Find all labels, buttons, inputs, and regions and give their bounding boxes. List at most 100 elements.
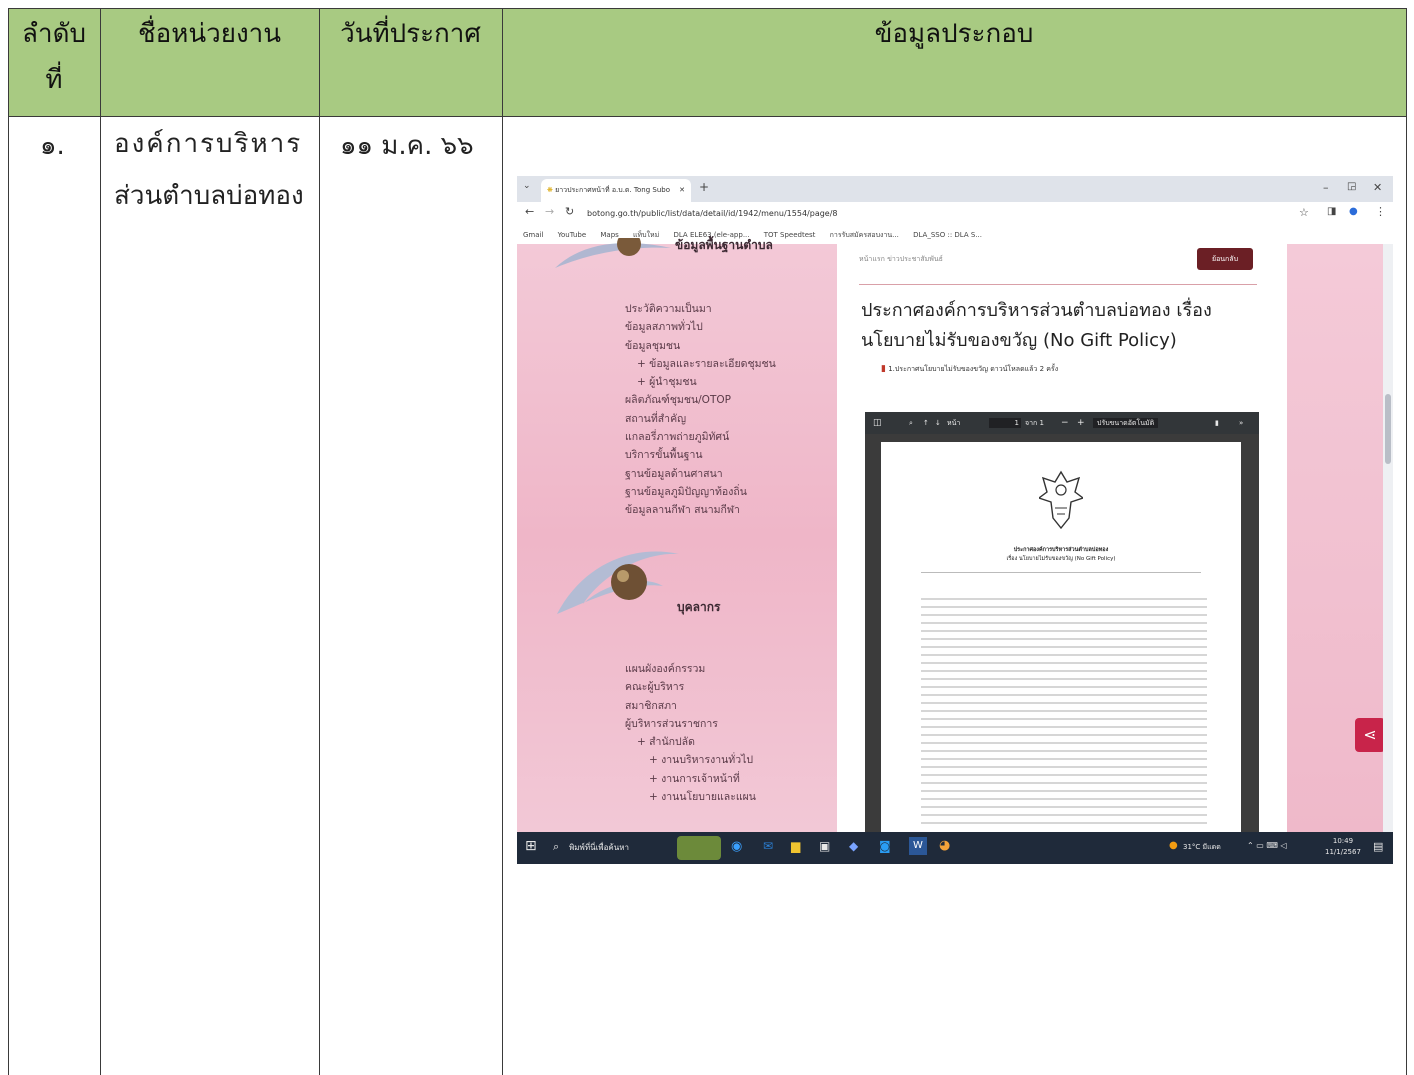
store-icon[interactable]: ▣ (819, 839, 830, 853)
app-icon-2[interactable]: ◙ (879, 839, 891, 853)
scrollbar-thumb[interactable] (1385, 394, 1391, 464)
breadcrumb[interactable]: หน้าแรก ข่าวประชาสัมพันธ์ (859, 254, 943, 265)
pdf-file-icon: ▮ (881, 364, 886, 374)
menu-personnel: แผนผังองค์กรรวม คณะผู้บริหาร สมาชิกสภา ผ… (625, 660, 756, 806)
wave-swoosh-icon (555, 238, 671, 268)
row-org-line2: ส่วนตำบลบ่อทอง (114, 181, 304, 211)
pdf-page-label: หน้า (947, 419, 961, 427)
pdf-page-of: จาก 1 (1025, 419, 1044, 427)
bookmark-exam[interactable]: การรับสมัครสอบงาน... (830, 231, 899, 239)
windows-start-icon[interactable]: ⊞ (525, 838, 537, 854)
address-bar: ← → ↻ botong.go.th/public/list/data/deta… (517, 202, 1393, 226)
mail-icon[interactable]: ✉ (763, 839, 773, 853)
menu-item[interactable]: คณะผู้บริหาร (625, 678, 756, 696)
profile-icon[interactable]: ● (1349, 206, 1358, 217)
forward-arrow-icon[interactable]: → (545, 205, 554, 218)
scrollbar[interactable] (1383, 244, 1393, 832)
notification-icon[interactable]: ▤ (1373, 840, 1383, 853)
taskbar-search-input[interactable]: พิมพ์ที่นี่เพื่อค้นหา (569, 841, 629, 854)
section-title-basic: ข้อมูลพื้นฐานตำบล (675, 238, 773, 252)
header-no: ลำดับ ที่ (8, 14, 100, 100)
window-close-icon[interactable]: ✕ (1373, 181, 1382, 194)
article-title-line2: นโยบายไม่รับของขวัญ (No Gift Policy) (861, 330, 1177, 351)
menu-item[interactable]: ข้อมูลลานกีฬา สนามกีฬา (625, 501, 776, 519)
table-border-right (1406, 8, 1407, 1075)
doc-rule (921, 572, 1201, 573)
menu-item[interactable]: สมาชิกสภา (625, 697, 756, 715)
menu-item[interactable]: ข้อมูลสภาพทั่วไป (625, 318, 776, 336)
tab-close-icon[interactable]: ✕ (679, 179, 685, 202)
header-no-line2: ที่ (45, 65, 63, 95)
share-icon[interactable]: ⋖ (1355, 718, 1385, 752)
menu-item[interactable]: ฐานข้อมูลด้านศาสนา (625, 465, 776, 483)
menu-item[interactable]: บริการขั้นพื้นฐาน (625, 446, 776, 464)
pdf-toolbar: ◫ ⌕ ↑ ↓ หน้า 1 จาก 1 − + ปรับขนาดอัตโนมั… (865, 412, 1259, 434)
clock[interactable]: 10:49 11/1/2567 (1325, 836, 1361, 858)
clock-time: 10:49 (1332, 837, 1354, 845)
menu-kebab-icon[interactable]: ⋮ (1375, 205, 1386, 218)
pdf-page-input[interactable]: 1 (989, 418, 1021, 428)
restore-icon[interactable]: ◲ (1347, 181, 1356, 192)
weather-text[interactable]: 31°C มีแดด (1183, 842, 1221, 853)
pdf-more-icon[interactable]: » (1239, 412, 1243, 434)
tab-search-icon[interactable]: ⌄ (523, 181, 531, 191)
attachment-link[interactable]: ▮ 1.ประกาศนโยบายไม่รับของขวัญ ดาวน์โหลดแ… (881, 364, 1058, 375)
menu-item[interactable]: ผลิตภัณฑ์ชุมชน/OTOP (625, 391, 776, 409)
zoom-out-icon[interactable]: − (1061, 412, 1069, 434)
menu-subitem[interactable]: + งานการเจ้าหน้าที่ (625, 770, 756, 788)
browser-screenshot: ⌄ ❋ ยาวประกาศหน้าที่ อ.บ.ต. Tong Subo ✕ … (517, 176, 1393, 864)
menu-item[interactable]: ฐานข้อมูลภูมิปัญญาท้องถิ่น (625, 483, 776, 501)
article-title: ประกาศองค์การบริหารส่วนตำบลบ่อทอง เรื่อง… (861, 296, 1281, 356)
site-favicon-icon: ❋ (547, 186, 553, 194)
browser-tab[interactable]: ❋ ยาวประกาศหน้าที่ อ.บ.ต. Tong Subo ✕ (541, 179, 691, 202)
pdf-bookmark-icon[interactable]: ▮ (1215, 412, 1219, 434)
tray-icons[interactable]: ⌃ ▭ ⌨ ◁ (1247, 841, 1287, 850)
word-icon[interactable]: W (909, 837, 927, 855)
menu-item[interactable]: สถานที่สำคัญ (625, 410, 776, 428)
sidepanel-icon[interactable]: ◨ (1327, 206, 1336, 217)
menu-subitem[interactable]: + สำนักปลัด (625, 733, 756, 751)
table-border-header (8, 116, 1406, 117)
table-col-divider-1 (100, 8, 101, 1075)
pdf-search-icon[interactable]: ⌕ (909, 412, 913, 434)
menu-subitem[interactable]: + ผู้นำชุมชน (625, 373, 776, 391)
weather-icon: ● (1169, 840, 1178, 851)
header-info: ข้อมูลประกอบ (874, 19, 1034, 49)
app-icon[interactable]: ◆ (849, 839, 858, 853)
zoom-in-icon[interactable]: + (1077, 412, 1085, 434)
table-border-top (8, 8, 1406, 9)
news-widget-icon[interactable] (677, 836, 721, 860)
reload-icon[interactable]: ↻ (565, 205, 574, 218)
menu-item[interactable]: ผู้บริหารส่วนราชการ (625, 715, 756, 733)
back-arrow-icon[interactable]: ← (525, 205, 534, 218)
windows-taskbar: ⊞ ⌕ พิมพ์ที่นี่เพื่อค้นหา ◉ ✉ ▆ ▣ ◆ ◙ W … (517, 832, 1393, 864)
url-input[interactable]: botong.go.th/public/list/data/detail/id/… (587, 206, 1307, 222)
header-org: ชื่อหน่วยงาน (137, 19, 282, 49)
minimize-icon[interactable]: – (1323, 181, 1329, 194)
menu-item[interactable]: ประวัติความเป็นมา (625, 300, 776, 318)
row-org: องค์การบริหาร ส่วนตำบลบ่อทอง (114, 118, 304, 222)
new-tab-icon[interactable]: + (699, 180, 709, 194)
pdf-next-icon[interactable]: ↓ (935, 412, 941, 434)
menu-subitem[interactable]: + งานบริหารงานทั่วไป (625, 751, 756, 769)
row-no: ๑. (40, 131, 65, 161)
doc-body-text-lines (921, 598, 1207, 828)
chrome-icon[interactable]: ◕ (939, 838, 950, 853)
menu-item[interactable]: แผนผังองค์กรรวม (625, 660, 756, 678)
menu-subitem[interactable]: + งานนโยบายและแผน (625, 788, 756, 806)
menu-subitem[interactable]: + ข้อมูลและรายละเอียดชุมชน (625, 355, 776, 373)
pdf-prev-icon[interactable]: ↑ (923, 412, 929, 434)
doc-heading: ประกาศองค์การบริหารส่วนตำบลบ่อทอง เรื่อง… (881, 546, 1241, 564)
bookmark-star-icon[interactable]: ☆ (1299, 206, 1309, 219)
menu-item[interactable]: ข้อมูลชุมชน (625, 337, 776, 355)
section-title-personnel: บุคลากร (677, 600, 721, 614)
taskbar-search-icon: ⌕ (553, 840, 560, 853)
back-button[interactable]: ย้อนกลับ (1197, 248, 1253, 270)
pdf-zoom-select[interactable]: ปรับขนาดอัตโนมัติ (1093, 418, 1159, 428)
bookmark-dla-sso[interactable]: DLA_SSO :: DLA S... (913, 231, 982, 239)
menu-item[interactable]: แกลอรี่ภาพถ่ายภูมิทัศน์ (625, 428, 776, 446)
file-explorer-icon[interactable]: ▆ (791, 839, 800, 853)
bookmark-gmail[interactable]: Gmail (523, 231, 543, 239)
sidebar-toggle-icon[interactable]: ◫ (873, 412, 882, 434)
edge-icon[interactable]: ◉ (731, 839, 742, 854)
